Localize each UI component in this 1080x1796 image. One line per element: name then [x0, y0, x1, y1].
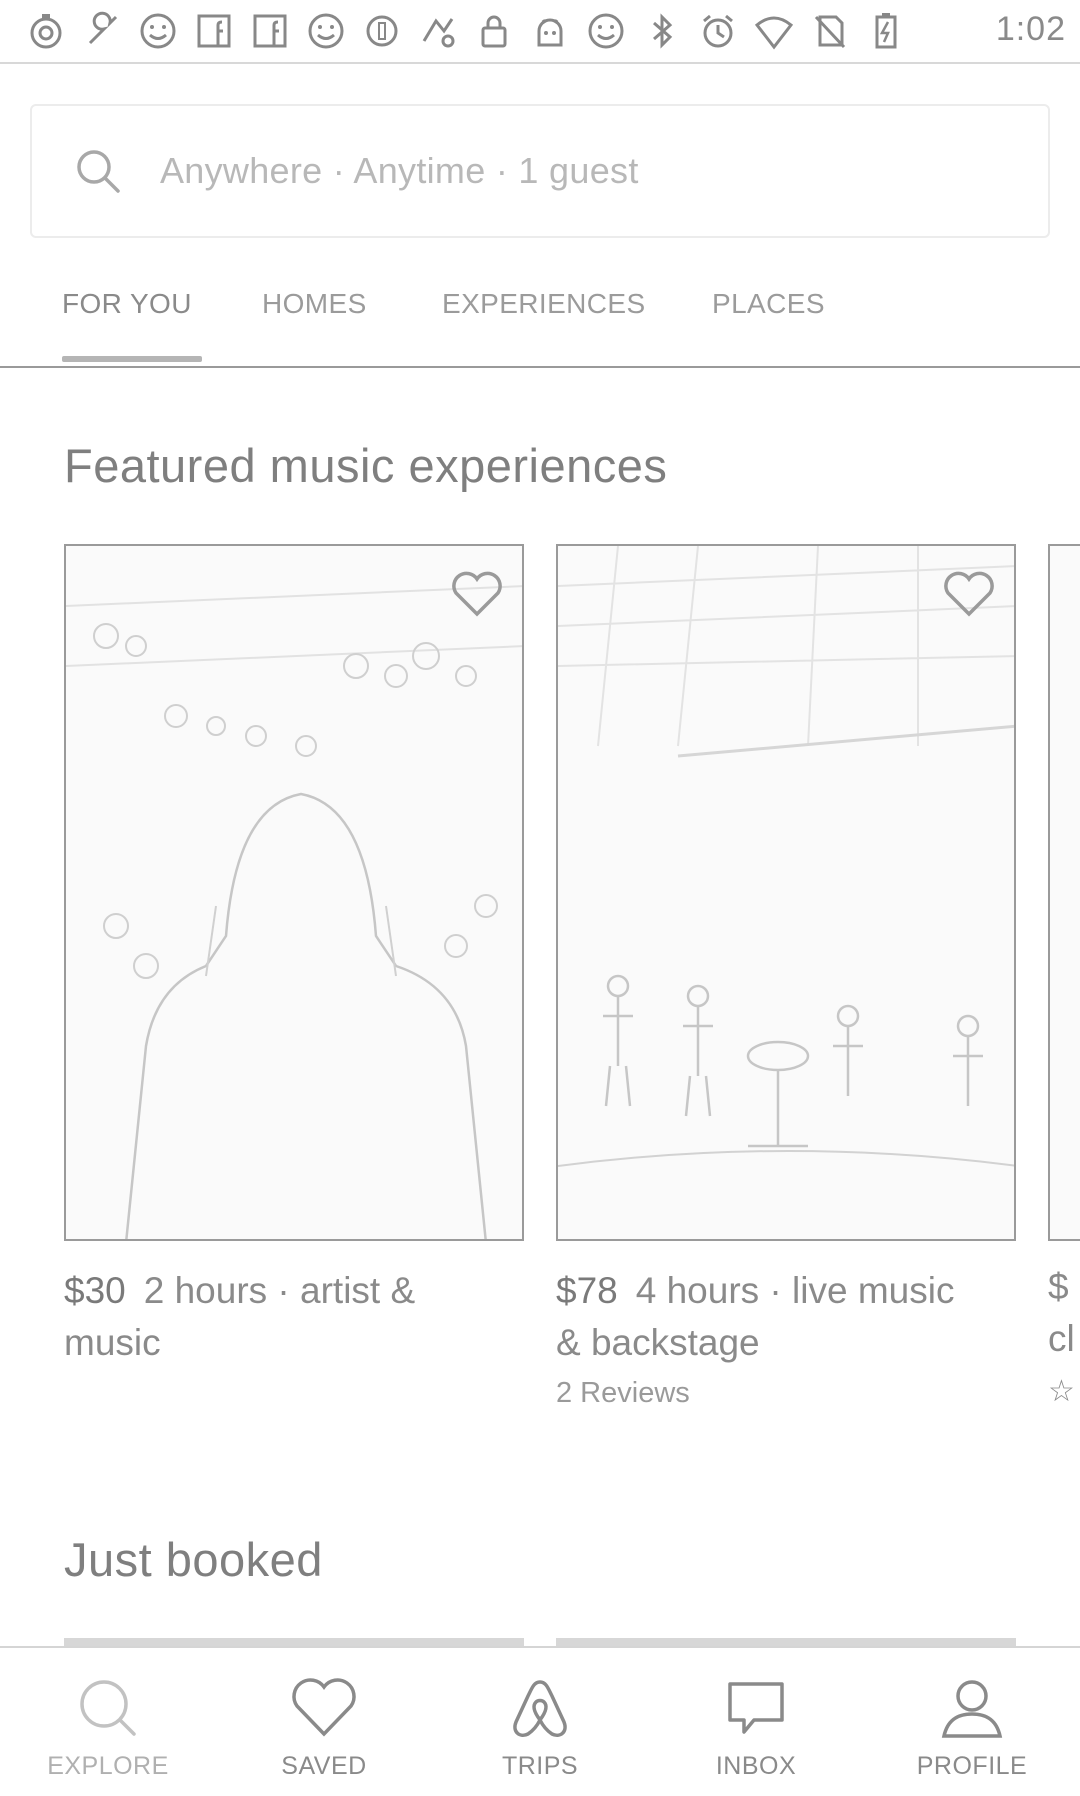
nav-saved[interactable]: SAVED [216, 1648, 432, 1796]
search-icon [80, 1680, 136, 1736]
notification-icons [24, 8, 908, 54]
profile-icon [941, 1680, 1003, 1738]
alarm-icon [696, 9, 740, 53]
nav-profile[interactable]: PROFILE [864, 1648, 1080, 1796]
battery-charging-icon [864, 9, 908, 53]
section-title-just-booked: Just booked [64, 1533, 323, 1586]
chat-icon [728, 1682, 784, 1734]
android-icon [528, 9, 572, 53]
no-sim-icon [808, 9, 852, 53]
category-tabs: FOR YOU HOMES EXPERIENCES PLACES [0, 262, 1080, 368]
just-booked-card-edge[interactable] [64, 1638, 524, 1646]
heart-icon[interactable] [942, 570, 996, 618]
peek-price: $ [1048, 1266, 1069, 1307]
search-bar[interactable]: Anywhere · Anytime · 1 guest [30, 104, 1050, 238]
nav-label: TRIPS [501, 1752, 579, 1780]
active-tab-indicator [62, 356, 202, 362]
experience-title-line1: 4 hours · live music [635, 1270, 955, 1311]
experience-card[interactable]: $30 2 hours · artist & music [64, 544, 524, 1369]
nav-label: EXPLORE [47, 1752, 169, 1780]
nav-trips[interactable]: TRIPS [432, 1648, 648, 1796]
experience-title-line2: music [64, 1322, 161, 1363]
experience-title-line1: 2 hours · artist & [143, 1270, 416, 1311]
facebook-icon [192, 9, 236, 53]
tab-for-you[interactable]: FOR YOU [62, 288, 192, 320]
experience-price: $30 [64, 1270, 126, 1311]
smiley-icon [584, 9, 628, 53]
smiley-icon [304, 9, 348, 53]
experience-title-line2: & backstage [556, 1322, 760, 1363]
experience-photo[interactable] [64, 544, 524, 1241]
bluetooth-icon [640, 9, 684, 53]
peek-title: cl [1048, 1318, 1075, 1359]
lock-icon [472, 9, 516, 53]
app-icon [416, 9, 460, 53]
experience-info: $78 4 hours · live music & backstage [556, 1265, 1016, 1369]
concert-stage-illustration [558, 546, 1014, 1167]
smiley-icon [136, 9, 180, 53]
just-booked-card-edge[interactable] [556, 1638, 1016, 1646]
status-bar: 1:02 [0, 0, 1080, 64]
bottom-navigation: EXPLORE SAVED TRIPS INBOX PROFILE [0, 1646, 1080, 1796]
airbnb-logo-icon [513, 1680, 567, 1737]
experience-card-peek[interactable] [1048, 544, 1080, 1241]
stopwatch-icon [24, 9, 68, 53]
heart-icon [292, 1678, 356, 1737]
heart-icon[interactable] [450, 570, 504, 618]
section-title-featured: Featured music experiences [64, 439, 668, 492]
experience-info: $30 2 hours · artist & music [64, 1265, 524, 1369]
nav-label: SAVED [281, 1752, 367, 1780]
tab-experiences[interactable]: EXPERIENCES [442, 288, 646, 320]
search-placeholder: Anywhere · Anytime · 1 guest [160, 150, 639, 191]
status-time: 1:02 [995, 10, 1066, 48]
nav-label: INBOX [715, 1752, 797, 1780]
nav-label: PROFILE [916, 1752, 1028, 1780]
search-icon [77, 150, 120, 193]
wrench-icon [80, 9, 124, 53]
nav-inbox[interactable]: INBOX [648, 1648, 864, 1796]
nav-explore[interactable]: EXPLORE [0, 1648, 216, 1796]
concert-photo-illustration [66, 585, 522, 1239]
experience-card[interactable]: $78 4 hours · live music & backstage 2 Re… [556, 544, 1016, 1410]
star-icon: ☆ [1048, 1375, 1075, 1408]
review-count: 2 Reviews [556, 1377, 690, 1409]
experience-photo[interactable] [556, 544, 1016, 1241]
circle-icon [360, 9, 404, 53]
experience-price: $78 [556, 1270, 618, 1311]
tab-places[interactable]: PLACES [712, 288, 825, 320]
facebook-icon [248, 9, 292, 53]
wifi-icon [752, 9, 796, 53]
tab-homes[interactable]: HOMES [262, 288, 367, 320]
